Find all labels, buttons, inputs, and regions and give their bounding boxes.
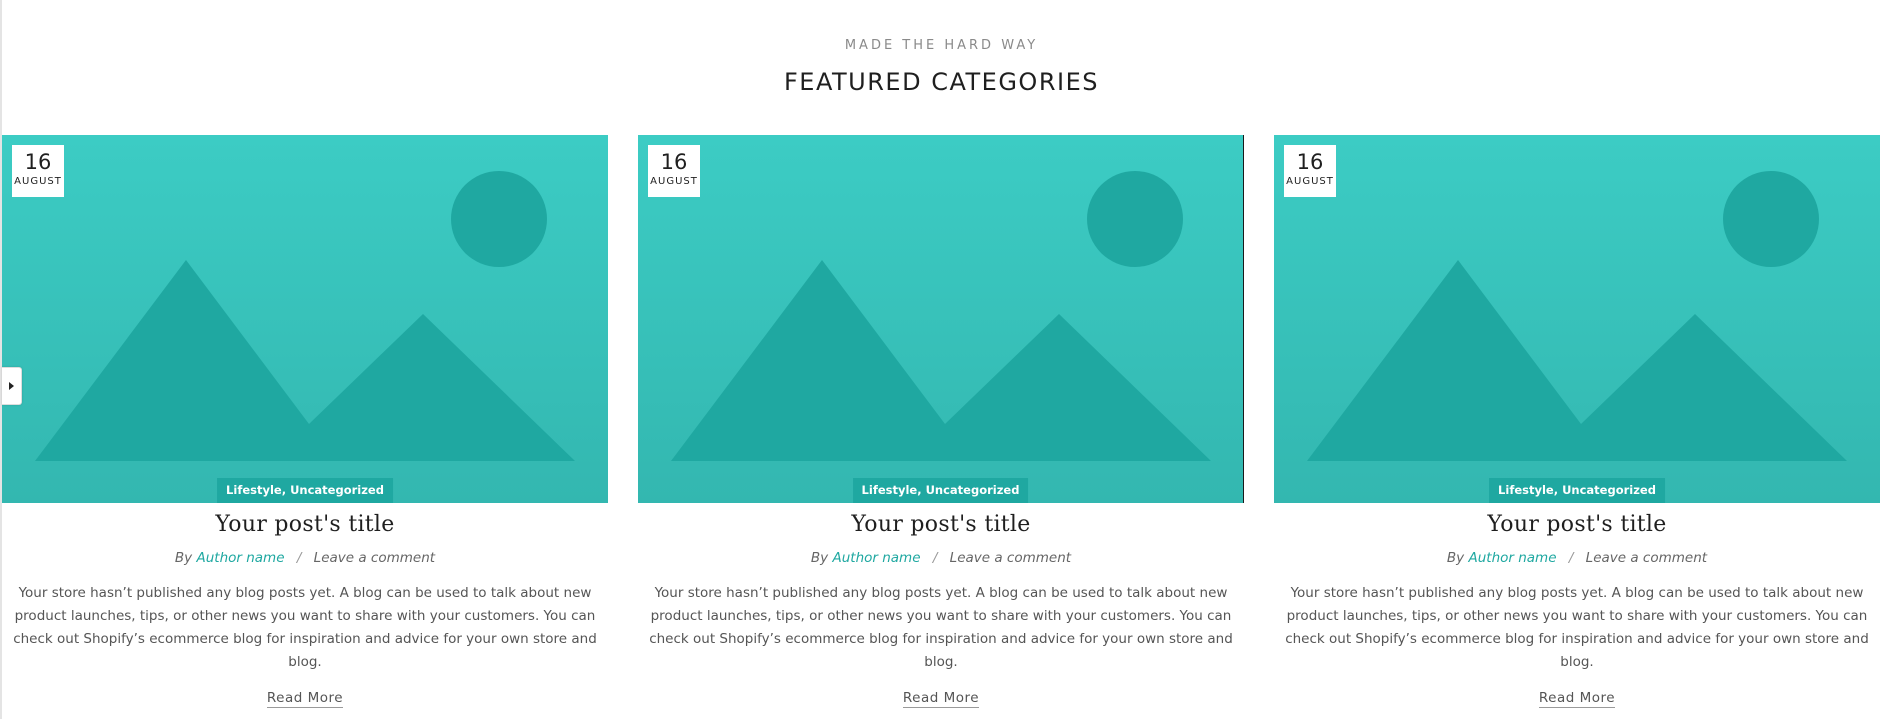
caret-right-icon	[9, 382, 14, 390]
blog-card: 16 AUGUST Lifestyle, Uncategorized Your …	[2, 135, 608, 719]
by-label: By	[810, 550, 829, 566]
blog-cards: 16 AUGUST Lifestyle, Uncategorized Your …	[2, 135, 1881, 719]
author-link[interactable]: Author name	[832, 550, 920, 566]
post-image[interactable]: 16 AUGUST Lifestyle, Uncategorized	[638, 135, 1244, 503]
post-meta: By Author name / Leave a comment	[638, 550, 1244, 566]
comment-link[interactable]: Leave a comment	[1586, 550, 1707, 566]
date-day: 16	[24, 150, 52, 174]
category-tag[interactable]: Lifestyle, Uncategorized	[217, 478, 393, 503]
comment-link[interactable]: Leave a comment	[314, 550, 435, 566]
post-image[interactable]: 16 AUGUST Lifestyle, Uncategorized	[1274, 135, 1880, 503]
by-label: By	[1446, 550, 1465, 566]
post-excerpt: Your store hasn’t published any blog pos…	[1285, 585, 1869, 670]
date-day: 16	[660, 150, 688, 174]
category-tag[interactable]: Lifestyle, Uncategorized	[852, 478, 1029, 503]
meta-separator: /	[1568, 550, 1574, 566]
post-meta: By Author name / Leave a comment	[1274, 550, 1880, 566]
featured-categories-section: MADE THE HARD WAY FEATURED CATEGORIES 16…	[0, 0, 1881, 719]
post-image[interactable]: 16 AUGUST Lifestyle, Uncategorized	[2, 135, 608, 503]
image-placeholder-icon	[671, 171, 1211, 461]
section-title: FEATURED CATEGORIES	[784, 68, 1099, 96]
image-placeholder-icon	[35, 171, 575, 461]
post-excerpt: Your store hasn’t published any blog pos…	[13, 585, 597, 670]
date-day: 16	[1296, 150, 1324, 174]
author-link[interactable]: Author name	[1468, 550, 1556, 566]
meta-separator: /	[296, 550, 302, 566]
section-eyebrow: MADE THE HARD WAY	[844, 38, 1039, 53]
date-badge: 16 AUGUST	[12, 145, 64, 197]
post-meta: By Author name / Leave a comment	[2, 550, 608, 566]
date-month: AUGUST	[14, 176, 62, 187]
post-title[interactable]: Your post's title	[1274, 512, 1880, 537]
by-label: By	[174, 550, 193, 566]
read-more-link[interactable]: Read More	[1538, 690, 1616, 708]
date-month: AUGUST	[1286, 176, 1334, 187]
comment-link[interactable]: Leave a comment	[950, 550, 1071, 566]
slider-prev-button[interactable]	[2, 367, 22, 405]
post-title[interactable]: Your post's title	[638, 512, 1244, 537]
date-badge: 16 AUGUST	[1284, 145, 1336, 197]
post-title[interactable]: Your post's title	[2, 512, 608, 537]
read-more-link[interactable]: Read More	[266, 690, 344, 708]
meta-separator: /	[932, 550, 938, 566]
post-excerpt: Your store hasn’t published any blog pos…	[649, 585, 1233, 670]
blog-card: 16 AUGUST Lifestyle, Uncategorized Your …	[1274, 135, 1880, 719]
date-month: AUGUST	[650, 176, 698, 187]
image-placeholder-icon	[1307, 171, 1847, 461]
author-link[interactable]: Author name	[196, 550, 284, 566]
read-more-link[interactable]: Read More	[902, 690, 980, 708]
blog-card: 16 AUGUST Lifestyle, Uncategorized Your …	[638, 135, 1244, 719]
category-tag[interactable]: Lifestyle, Uncategorized	[1489, 478, 1665, 503]
date-badge: 16 AUGUST	[648, 145, 700, 197]
